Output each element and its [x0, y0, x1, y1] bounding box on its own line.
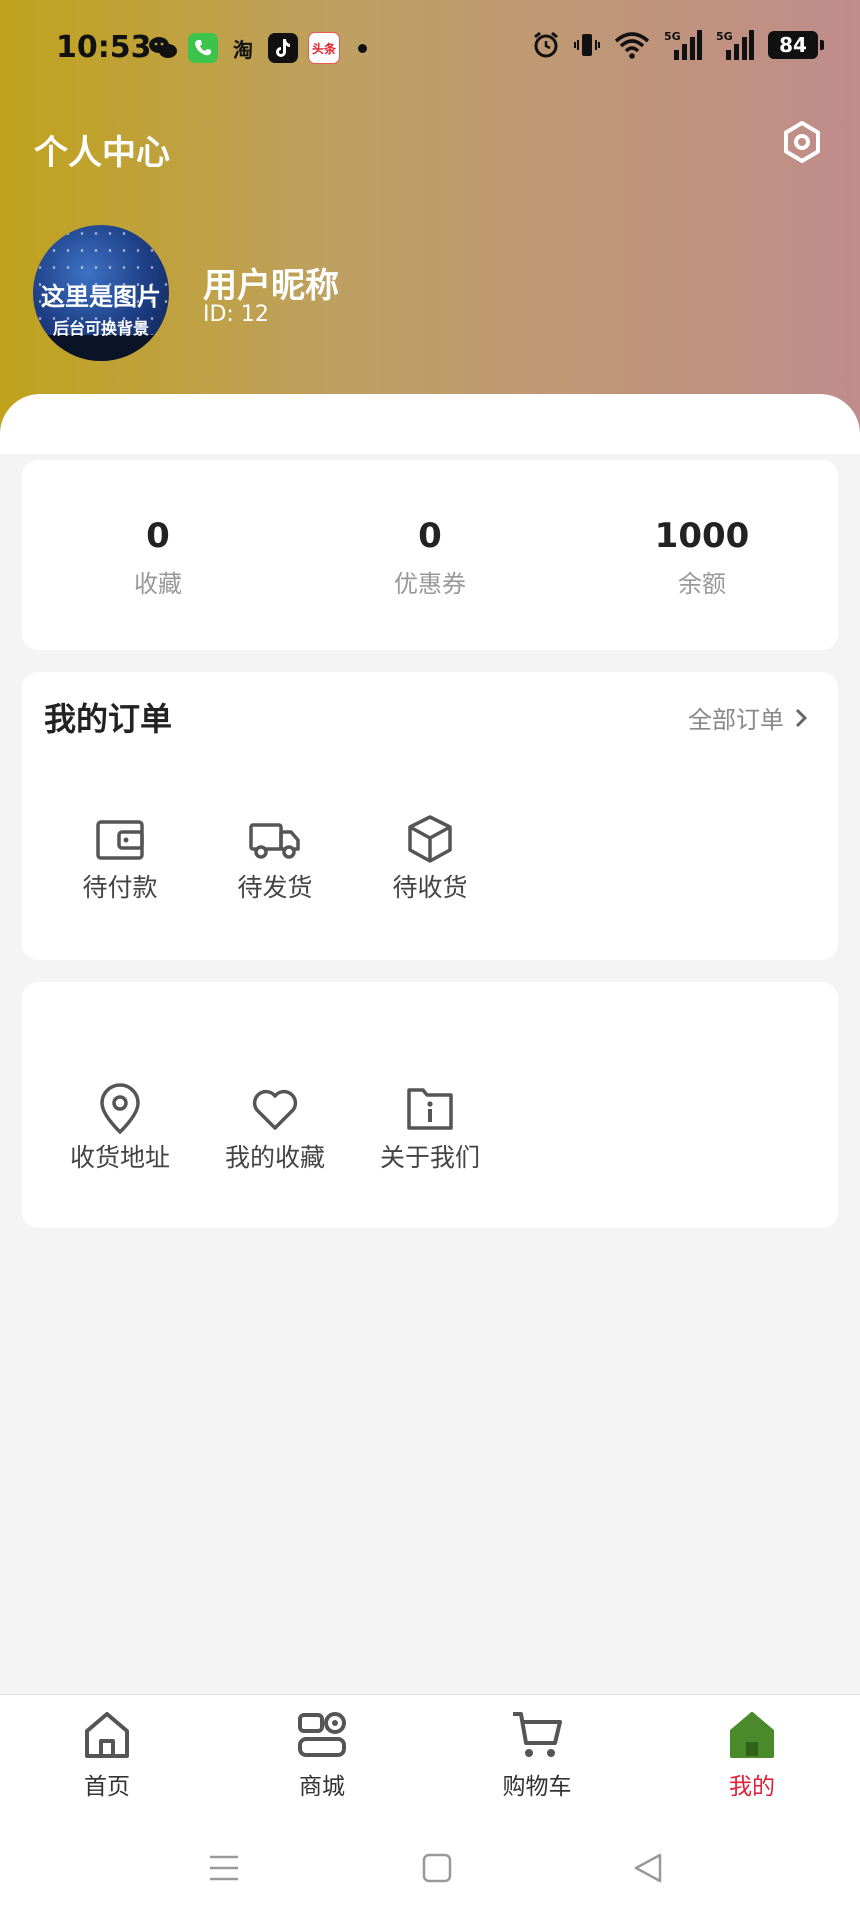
- recents-menu-icon[interactable]: [208, 1852, 240, 1884]
- system-status-icons: 5G 5G 84: [532, 30, 824, 60]
- status-bar: 10:53 淘 头条 5G 5G 84: [0, 0, 860, 100]
- home-icon: [85, 1712, 129, 1758]
- service-label: 收货地址: [69, 1143, 170, 1172]
- service-label: 我的收藏: [224, 1143, 325, 1172]
- notification-icons: 淘 头条: [148, 32, 367, 64]
- shop-icon: [298, 1712, 346, 1757]
- stat-value: 1000: [654, 516, 750, 556]
- toutiao-icon: 头条: [308, 32, 340, 64]
- stat-label: 余额: [678, 570, 726, 598]
- all-orders-label: 全部订单: [688, 706, 784, 734]
- profile-header: 10:53 淘 头条 5G 5G 84 个人中心 这里是图片 后台可换背景 用户…: [0, 0, 860, 440]
- signal-5g-icon-2: 5G: [716, 30, 754, 60]
- stat-coupons[interactable]: 0 优惠券: [330, 516, 530, 599]
- info-folder-icon: [407, 1088, 453, 1130]
- tab-label: 首页: [84, 1774, 130, 1800]
- stat-balance[interactable]: 1000 余额: [602, 516, 802, 599]
- taobao-icon: 淘: [233, 37, 253, 62]
- home-square-icon[interactable]: [421, 1852, 453, 1884]
- avatar[interactable]: 这里是图片 后台可换背景: [33, 225, 169, 361]
- svg-text:5G: 5G: [664, 30, 681, 43]
- stat-label: 收藏: [134, 570, 182, 598]
- profile-home-icon: [730, 1712, 774, 1758]
- wifi-icon: [614, 32, 650, 59]
- orders-card: 我的订单 全部订单 待付款 待发货 待收货: [22, 672, 838, 960]
- cart-icon: [513, 1712, 562, 1757]
- order-pending-shipment[interactable]: 待发货: [200, 812, 350, 904]
- order-pending-receipt[interactable]: 待收货: [355, 812, 505, 904]
- box-icon: [408, 815, 452, 863]
- bottom-tab-bar: 首页 商城 购物车 我的: [0, 1694, 860, 1825]
- truck-icon: [249, 823, 300, 859]
- heart-icon: [252, 1089, 298, 1130]
- svg-text:5G: 5G: [716, 30, 733, 43]
- status-time: 10:53: [56, 30, 152, 65]
- stats-card: 0 收藏 0 优惠券 1000 余额: [22, 460, 838, 650]
- back-triangle-icon[interactable]: [632, 1852, 664, 1884]
- location-pin-icon: [100, 1083, 140, 1134]
- tab-label: 我的: [729, 1774, 775, 1800]
- service-my-favorites[interactable]: 我的收藏: [200, 1082, 350, 1174]
- alarm-icon: [534, 31, 558, 58]
- service-label: 关于我们: [379, 1143, 480, 1172]
- avatar-subtext: 后台可换背景: [52, 319, 149, 338]
- vibrate-icon: [574, 34, 600, 56]
- tab-shop[interactable]: 商城: [262, 1709, 382, 1801]
- service-shipping-address[interactable]: 收货地址: [45, 1082, 195, 1174]
- wallet-icon: [96, 820, 144, 860]
- user-id: ID: 12: [203, 302, 269, 327]
- battery-icon: 84: [768, 31, 824, 59]
- orders-title: 我的订单: [44, 700, 173, 738]
- order-status-label: 待发货: [237, 873, 313, 902]
- stat-value: 0: [146, 516, 170, 556]
- more-notifications-icon: [358, 43, 367, 53]
- chevron-right-icon: [795, 708, 808, 727]
- order-status-label: 待付款: [82, 873, 158, 902]
- tab-mine[interactable]: 我的: [692, 1709, 812, 1801]
- page-title: 个人中心: [34, 133, 170, 173]
- stat-favorites[interactable]: 0 收藏: [58, 516, 258, 599]
- stat-value: 0: [418, 516, 442, 556]
- douyin-icon: [268, 33, 298, 63]
- tab-label: 商城: [299, 1774, 345, 1800]
- order-pending-payment[interactable]: 待付款: [45, 812, 195, 904]
- signal-5g-icon: 5G: [664, 30, 702, 60]
- all-orders-link[interactable]: 全部订单: [688, 700, 808, 735]
- tab-home[interactable]: 首页: [47, 1709, 167, 1801]
- service-about-us[interactable]: 关于我们: [355, 1082, 505, 1174]
- avatar-text: 这里是图片: [41, 283, 161, 311]
- content-sheet-top: [0, 394, 860, 454]
- tab-cart[interactable]: 购物车: [477, 1709, 597, 1801]
- wechat-icon: [148, 33, 178, 63]
- stat-label: 优惠券: [394, 570, 466, 598]
- phone-app-icon: [188, 33, 218, 63]
- system-navigation-bar: [0, 1824, 860, 1920]
- user-nickname: 用户昵称: [203, 266, 339, 306]
- services-card: 收货地址 我的收藏 关于我们: [22, 982, 838, 1228]
- order-status-label: 待收货: [392, 873, 468, 902]
- tab-label: 购物车: [502, 1774, 572, 1800]
- settings-hex-icon[interactable]: [780, 120, 824, 164]
